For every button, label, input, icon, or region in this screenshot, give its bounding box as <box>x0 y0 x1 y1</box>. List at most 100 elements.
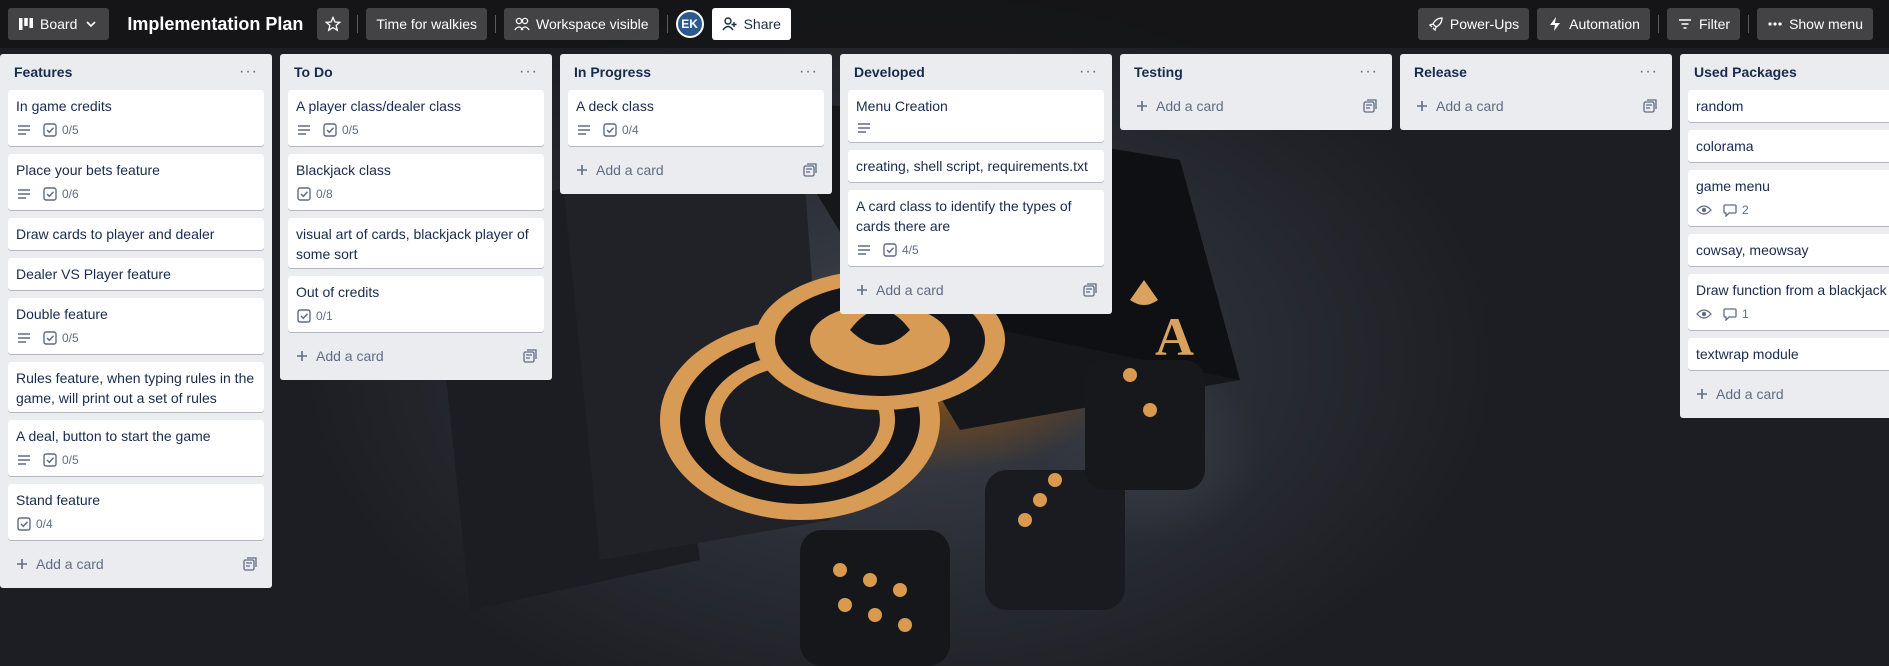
watching-icon <box>1696 202 1712 218</box>
workspace-visibility-icon <box>514 16 530 32</box>
list-title[interactable]: In Progress <box>574 64 651 80</box>
automation-label: Automation <box>1569 16 1640 32</box>
list-actions-button[interactable]: ··· <box>1639 64 1658 80</box>
add-card-button[interactable]: Add a card <box>574 162 664 178</box>
add-card-label: Add a card <box>1436 98 1504 114</box>
card[interactable]: visual art of cards, blackjack player of… <box>288 218 544 268</box>
board-view-switcher[interactable]: Board <box>8 8 110 40</box>
comment-icon <box>1722 202 1738 218</box>
list-actions-button[interactable]: ··· <box>799 64 818 80</box>
card-title: Double feature <box>16 306 108 322</box>
list-header[interactable]: Release ··· <box>1408 54 1664 90</box>
list-header[interactable]: Developed ··· <box>848 54 1104 90</box>
card-title: A deal, button to start the game <box>16 428 211 444</box>
show-menu-button[interactable]: Show menu <box>1757 8 1873 40</box>
card[interactable]: Stand feature 0/4 <box>8 484 264 540</box>
card-badges: 0/6 <box>16 184 256 204</box>
add-card-button[interactable]: Add a card <box>1414 98 1504 114</box>
card[interactable]: cowsay, meowsay <box>1688 234 1889 266</box>
card-badges: 0/4 <box>576 120 816 140</box>
plus-icon <box>1414 98 1430 114</box>
card[interactable]: Double feature 0/5 <box>8 298 264 354</box>
card-title: Rules feature, when typing rules in the … <box>16 370 255 406</box>
add-card-row: Add a card <box>1128 90 1384 122</box>
automation-button[interactable]: Automation <box>1537 8 1650 40</box>
card[interactable]: Rules feature, when typing rules in the … <box>8 362 264 412</box>
list-title[interactable]: Developed <box>854 64 925 80</box>
checklist-count: 0/6 <box>62 187 79 201</box>
card[interactable]: Menu Creation <box>848 90 1104 142</box>
list-features[interactable]: Features ··· In game credits 0/5 Place your … <box>0 54 272 588</box>
list-title[interactable]: Release <box>1414 64 1467 80</box>
list-to-do[interactable]: To Do ··· A player class/dealer class 0/5 Bl… <box>280 54 552 380</box>
card-title: Out of credits <box>296 284 380 300</box>
card[interactable]: colorama <box>1688 130 1889 162</box>
create-from-template-icon[interactable] <box>242 556 258 572</box>
card[interactable]: textwrap module <box>1688 338 1889 370</box>
add-card-button[interactable]: Add a card <box>14 556 104 572</box>
add-card-row: Add a card <box>1688 378 1889 410</box>
list-developed[interactable]: Developed ··· Menu Creation creating, shell… <box>840 54 1112 314</box>
checklist-badge: 0/5 <box>322 120 359 140</box>
list-header[interactable]: Used Packages··· <box>1688 54 1889 90</box>
card[interactable]: Dealer VS Player feature <box>8 258 264 290</box>
card-badges: 0/5 <box>16 328 256 348</box>
card[interactable]: A deal, button to start the game 0/5 <box>8 420 264 476</box>
create-from-template-icon[interactable] <box>1362 98 1378 114</box>
add-card-button[interactable]: Add a card <box>1134 98 1224 114</box>
filter-button[interactable]: Filter <box>1666 8 1741 40</box>
card[interactable]: Blackjack class 0/8 <box>288 154 544 210</box>
add-card-button[interactable]: Add a card <box>294 348 384 364</box>
show-menu-label: Show menu <box>1789 16 1863 32</box>
list-title[interactable]: Used Packages <box>1694 64 1797 80</box>
create-from-template-icon[interactable] <box>802 162 818 178</box>
card-badges: 0/5 <box>296 120 536 140</box>
create-from-template-icon[interactable] <box>1082 282 1098 298</box>
card[interactable]: A deck class 0/4 <box>568 90 824 146</box>
list-header[interactable]: To Do ··· <box>288 54 544 90</box>
card[interactable]: Out of credits 0/1 <box>288 276 544 332</box>
list-title[interactable]: Features <box>14 64 72 80</box>
list-title[interactable]: Testing <box>1134 64 1183 80</box>
list-in-progress[interactable]: In Progress ··· A deck class 0/4 Add a card <box>560 54 832 194</box>
create-from-template-icon[interactable] <box>1642 98 1658 114</box>
list-actions-button[interactable]: ··· <box>1359 64 1378 80</box>
list-actions-button[interactable]: ··· <box>1079 64 1098 80</box>
description-icon <box>856 120 872 136</box>
card[interactable]: A card class to identify the types of ca… <box>848 190 1104 266</box>
workspace-name-button[interactable]: Time for walkies <box>366 8 488 40</box>
list-release[interactable]: Release ··· Add a card <box>1400 54 1672 130</box>
card[interactable]: creating, shell script, requirements.txt <box>848 150 1104 182</box>
power-ups-button[interactable]: Power-Ups <box>1417 8 1530 40</box>
checklist-count: 0/5 <box>62 123 79 137</box>
checklist-icon <box>16 516 32 532</box>
list-actions-button[interactable]: ··· <box>519 64 538 80</box>
header-divider <box>1748 15 1750 33</box>
list-header[interactable]: Features ··· <box>8 54 264 90</box>
add-card-button[interactable]: Add a card <box>1694 386 1784 402</box>
member-avatar[interactable]: EK <box>675 10 704 38</box>
card[interactable]: Place your bets feature 0/6 <box>8 154 264 210</box>
share-button[interactable]: Share <box>711 8 791 40</box>
card[interactable]: Draw cards to player and dealer <box>8 218 264 250</box>
card[interactable]: In game credits 0/5 <box>8 90 264 146</box>
create-from-template-icon[interactable] <box>522 348 538 364</box>
list-header[interactable]: Testing ··· <box>1128 54 1384 90</box>
checklist-count: 0/4 <box>36 517 53 531</box>
card[interactable]: Draw function from a blackjack 1 <box>1688 274 1889 330</box>
card[interactable]: random <box>1688 90 1889 122</box>
star-button[interactable] <box>317 8 350 40</box>
add-card-button[interactable]: Add a card <box>854 282 944 298</box>
list-header[interactable]: In Progress ··· <box>568 54 824 90</box>
visibility-button[interactable]: Workspace visible <box>504 8 659 40</box>
list-testing[interactable]: Testing ··· Add a card <box>1120 54 1392 130</box>
checklist-count: 0/1 <box>316 309 333 323</box>
list-title[interactable]: To Do <box>294 64 333 80</box>
plus-icon <box>574 162 590 178</box>
card[interactable]: A player class/dealer class 0/5 <box>288 90 544 146</box>
list-used-packages[interactable]: Used Packages··· random colorama game menu 2… <box>1680 54 1889 418</box>
card[interactable]: game menu 2 <box>1688 170 1889 226</box>
list-actions-button[interactable]: ··· <box>239 64 258 80</box>
board-title[interactable]: Implementation Plan <box>117 14 313 35</box>
svg-text:A: A <box>1155 307 1194 367</box>
